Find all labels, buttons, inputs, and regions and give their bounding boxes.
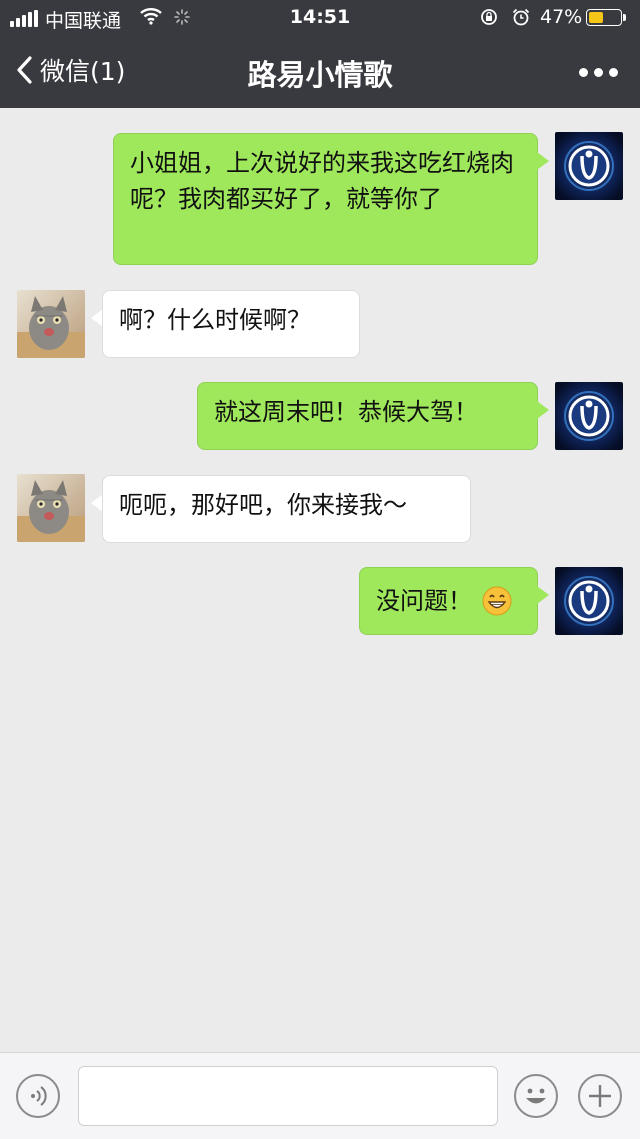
plus-icon [589, 1085, 611, 1107]
more-options-button[interactable] [579, 68, 618, 77]
my-avatar[interactable] [555, 567, 623, 635]
more-dot-icon [579, 68, 588, 77]
message-bubble-received[interactable]: 呃呃，那好吧，你来接我～ [102, 475, 471, 543]
rotation-lock-icon [481, 9, 497, 25]
more-dot-icon [609, 68, 618, 77]
message-bubble-sent[interactable]: 小姐姐，上次说好的来我这吃红烧肉呢？我肉都买好了，就等你了 [113, 133, 538, 265]
battery-tip [623, 14, 626, 21]
alarm-icon [512, 8, 530, 26]
my-avatar[interactable] [555, 132, 623, 200]
message-text: 没问题！ [376, 587, 472, 615]
bubble-tail [537, 586, 549, 604]
plus-button[interactable] [578, 1074, 622, 1118]
battery-percent: 47% [540, 6, 583, 28]
message-bubble-sent[interactable]: 没问题！ [359, 567, 538, 635]
bubble-tail [537, 401, 549, 419]
battery-icon [586, 9, 622, 26]
message-bubble-sent[interactable]: 就这周末吧！恭候大驾！ [197, 382, 538, 450]
top-bar: 中国联通 14:51 47% 微信(1) 路易小情歌 [0, 0, 640, 108]
input-bar [0, 1052, 640, 1139]
voice-button[interactable] [16, 1074, 60, 1118]
contact-avatar[interactable] [17, 290, 85, 358]
grin-emoji-icon [482, 586, 512, 616]
bubble-tail [537, 152, 549, 170]
message-input[interactable] [78, 1066, 498, 1126]
contact-avatar[interactable] [17, 474, 85, 542]
voice-icon [31, 1086, 47, 1106]
my-avatar[interactable] [555, 382, 623, 450]
more-dot-icon [594, 68, 603, 77]
status-bar: 中国联通 14:51 47% [0, 0, 640, 36]
emoji-button[interactable] [514, 1074, 558, 1118]
emoji-icon [526, 1088, 546, 1104]
message-bubble-received[interactable]: 啊？什么时候啊？ [102, 290, 360, 358]
battery-level [589, 12, 603, 23]
chat-title: 路易小情歌 [247, 58, 393, 92]
nav-bar: 微信(1) 路易小情歌 [0, 36, 640, 108]
